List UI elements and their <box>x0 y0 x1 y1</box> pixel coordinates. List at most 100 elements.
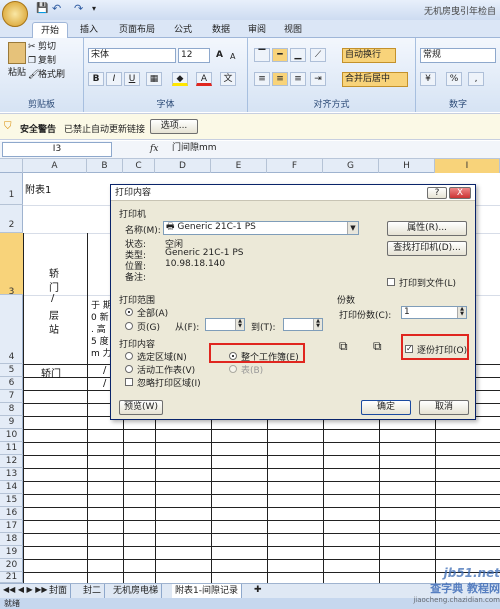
undo-icon[interactable]: ↶ <box>52 2 61 15</box>
row-header[interactable]: 16 <box>0 507 23 520</box>
close-button[interactable]: X <box>449 187 471 199</box>
active-sheets-radio[interactable] <box>125 365 133 373</box>
row-header[interactable]: 12 <box>0 455 23 468</box>
quick-access-dropdown-icon[interactable]: ▾ <box>92 4 96 13</box>
cell-a3-char[interactable]: / <box>51 293 54 304</box>
row-header[interactable]: 10 <box>0 429 23 442</box>
align-center-icon[interactable]: ≡ <box>272 72 288 86</box>
range-to-input[interactable]: ▲ ▼ <box>283 318 323 331</box>
printer-select[interactable]: 🖶 Generic 21C-1 PS ▼ <box>163 221 359 235</box>
cell-b6[interactable]: / <box>103 378 106 389</box>
cell-a3-char[interactable]: 站 <box>49 321 59 336</box>
cell-a1[interactable]: 附表1 <box>25 181 51 196</box>
cell-b4-line[interactable]: m 力 <box>91 346 112 359</box>
sheet-tab[interactable]: 无机房电梯 <box>110 584 163 598</box>
number-format-select[interactable]: 常规 <box>420 48 496 63</box>
cut-icon[interactable]: ✂ <box>28 41 36 54</box>
borders-icon[interactable]: ▦ <box>146 72 162 86</box>
row-header[interactable]: 6 <box>0 377 23 390</box>
format-painter-button[interactable]: 格式刷 <box>38 69 65 82</box>
currency-icon[interactable]: ¥ <box>420 72 436 86</box>
save-icon[interactable]: 💾 <box>36 3 48 14</box>
row-header[interactable]: 9 <box>0 416 23 429</box>
column-header-h[interactable]: H <box>379 159 435 173</box>
comma-icon[interactable]: , <box>468 72 484 86</box>
insert-sheet-icon[interactable]: ✚ <box>254 585 262 595</box>
column-header-c[interactable]: C <box>123 159 155 173</box>
cut-button[interactable]: 剪切 <box>38 41 56 54</box>
sheet-tab-active[interactable]: 附表1-间隙记录 <box>172 584 242 598</box>
orientation-icon[interactable]: ⟋ <box>310 48 326 62</box>
align-bottom-icon[interactable]: ▁ <box>290 48 306 62</box>
preview-button[interactable]: 预览(W) <box>119 400 163 415</box>
tab-page-layout[interactable]: 页面布局 <box>112 22 162 38</box>
redo-icon[interactable]: ↷ <box>74 2 83 15</box>
column-header-f[interactable]: F <box>267 159 323 173</box>
ok-button[interactable]: 确定 <box>361 400 411 415</box>
row-header[interactable]: 18 <box>0 533 23 546</box>
cell-b5[interactable]: / <box>103 365 106 376</box>
underline-button[interactable]: U <box>124 72 140 86</box>
row-header[interactable]: 11 <box>0 442 23 455</box>
indent-icon[interactable]: ⇥ <box>310 72 326 86</box>
name-box[interactable]: I3 <box>2 142 112 157</box>
column-header-g[interactable]: G <box>323 159 379 173</box>
help-button[interactable]: ? <box>427 187 447 199</box>
sheet-tab[interactable]: 封二 <box>80 584 106 598</box>
phonetic-icon[interactable]: 文 <box>220 72 236 86</box>
column-header-d[interactable]: D <box>155 159 211 173</box>
copy-button[interactable]: 复制 <box>38 55 56 68</box>
row-header[interactable]: 5 <box>0 364 23 377</box>
row-header[interactable]: 21 <box>0 572 23 583</box>
row-header[interactable]: 8 <box>0 403 23 416</box>
row-header[interactable]: 1 <box>0 173 23 205</box>
selection-radio[interactable] <box>125 352 133 360</box>
tab-insert[interactable]: 插入 <box>74 22 104 38</box>
tab-formulas[interactable]: 公式 <box>168 22 198 38</box>
row-header[interactable]: 3 <box>0 233 23 297</box>
range-from-input[interactable]: ▲ ▼ <box>205 318 245 331</box>
find-printer-button[interactable]: 查找打印机(D)... <box>387 241 467 256</box>
copy-icon[interactable]: ❐ <box>28 55 36 68</box>
align-right-icon[interactable]: ≡ <box>290 72 306 86</box>
italic-button[interactable]: I <box>106 72 122 86</box>
tab-home[interactable]: 开始 <box>32 22 68 38</box>
bold-button[interactable]: B <box>88 72 104 86</box>
column-header-e[interactable]: E <box>211 159 267 173</box>
font-color-icon[interactable]: A <box>196 72 212 86</box>
range-all-radio[interactable] <box>125 308 133 316</box>
wrap-text-button[interactable]: 自动换行 <box>342 48 396 63</box>
merge-center-button[interactable]: 合并后居中 <box>342 72 408 87</box>
percent-button[interactable]: % <box>446 72 462 86</box>
align-top-icon[interactable]: ▔ <box>254 48 270 62</box>
properties-button[interactable]: 属性(R)... <box>387 221 467 236</box>
print-to-file-checkbox[interactable] <box>387 278 395 286</box>
cell-a5[interactable]: 轿门 <box>41 365 61 380</box>
paste-button[interactable]: 粘贴 <box>8 67 26 80</box>
column-header-i[interactable]: I <box>435 159 500 173</box>
sheet-tab[interactable]: 封面 <box>46 584 72 598</box>
spinner-icon[interactable]: ▲ ▼ <box>457 307 466 318</box>
range-pages-radio[interactable] <box>125 322 133 330</box>
fill-color-icon[interactable]: ◆ <box>172 72 188 86</box>
row-header[interactable]: 4 <box>0 295 23 364</box>
formula-input[interactable]: 门间隙mm <box>170 142 498 157</box>
row-header[interactable]: 20 <box>0 559 23 572</box>
cell-a3-char[interactable]: 门 <box>49 279 59 294</box>
row-header[interactable]: 13 <box>0 468 23 481</box>
copies-input[interactable]: 1 ▲ ▼ <box>401 306 467 319</box>
tab-review[interactable]: 审阅 <box>242 22 272 38</box>
paste-icon[interactable] <box>8 42 26 64</box>
select-all-corner[interactable] <box>0 159 23 173</box>
row-header[interactable]: 2 <box>0 205 23 233</box>
font-size-select[interactable]: 12 <box>178 48 210 63</box>
fx-icon[interactable]: fx <box>150 144 158 154</box>
column-header-b[interactable]: B <box>87 159 123 173</box>
shrink-font-button[interactable]: A <box>230 50 235 63</box>
cancel-button[interactable]: 取消 <box>419 400 469 415</box>
font-name-select[interactable]: 宋体 <box>88 48 176 63</box>
spinner-icon[interactable]: ▲ ▼ <box>313 319 322 330</box>
spinner-icon[interactable]: ▲ ▼ <box>235 319 244 330</box>
cell-a3-char[interactable]: 层 <box>49 307 59 322</box>
row-header[interactable]: 14 <box>0 481 23 494</box>
